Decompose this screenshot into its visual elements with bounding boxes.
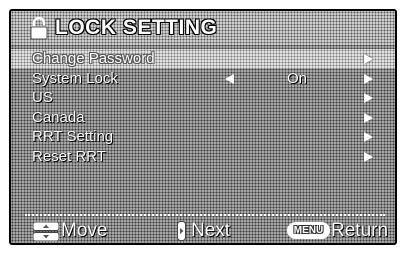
footer-divider	[25, 214, 385, 216]
arrow-right-icon	[364, 132, 373, 142]
menu-item-label: US	[32, 89, 53, 106]
menu-item-rrt-setting[interactable]: RRT Setting	[11, 127, 395, 147]
menu-item-us[interactable]: US	[11, 88, 395, 108]
menu-item-label: RRT Setting	[32, 128, 114, 145]
system-lock-value: On	[287, 69, 308, 87]
arrow-left-icon[interactable]	[225, 73, 234, 84]
right-key-icon	[177, 221, 186, 241]
lock-icon	[30, 17, 48, 40]
up-down-key-icon	[33, 222, 59, 241]
menu-item-label: Canada	[32, 108, 85, 126]
menu-item-label: Reset RRT	[32, 147, 106, 165]
arrow-right-icon	[364, 151, 373, 162]
menu-key-icon: MENU	[287, 222, 330, 239]
arrow-right-icon	[364, 54, 373, 64]
arrow-right-icon[interactable]	[364, 73, 373, 84]
menu-item-system-lock[interactable]: System Lock On	[11, 69, 395, 89]
arrow-right-icon	[364, 112, 373, 123]
menu-item-change-password[interactable]: Change Password	[11, 49, 395, 69]
panel-header: LOCK SETTING	[11, 11, 395, 45]
arrow-right-icon	[364, 93, 373, 103]
menu-item-label: Change Password	[32, 50, 155, 67]
next-hint-label: Next	[191, 220, 231, 241]
key-hints: Move Next MENU Return	[11, 218, 395, 243]
menu-item-reset-rrt[interactable]: Reset RRT	[11, 147, 395, 167]
page-title: LOCK SETTING	[55, 16, 218, 39]
lock-menu: Change Password System Lock On US Canada…	[11, 49, 395, 166]
menu-item-canada[interactable]: Canada	[11, 108, 395, 128]
lock-setting-panel: LOCK SETTING Change Password System Lock…	[9, 9, 397, 245]
move-hint-label: Move	[61, 220, 108, 241]
menu-item-label: System Lock	[32, 69, 118, 87]
return-hint-label: Return	[331, 220, 389, 241]
